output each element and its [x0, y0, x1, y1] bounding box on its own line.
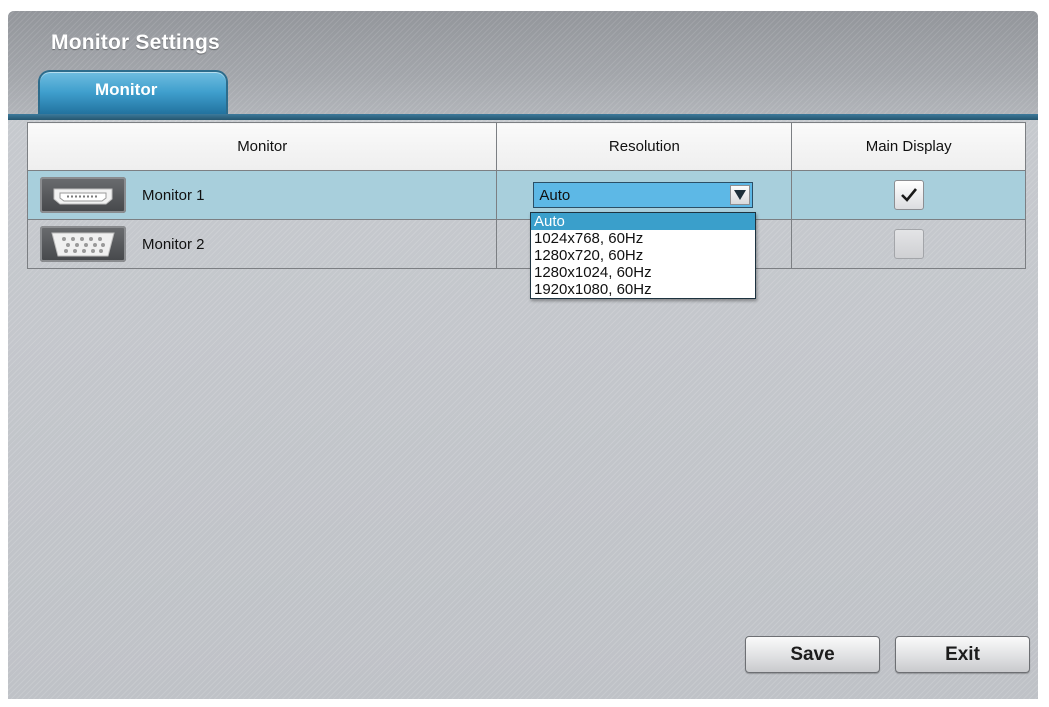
tab-underline: [8, 114, 1038, 120]
dropdown-option[interactable]: 1024x768, 60Hz: [531, 230, 755, 247]
resolution-select[interactable]: Auto: [533, 182, 754, 208]
title-bar: Monitor Settings Monitor: [8, 11, 1038, 119]
column-header-resolution: Resolution: [496, 122, 793, 171]
monitor-settings-window: Monitor Settings Monitor: [8, 11, 1038, 699]
window-title: Monitor Settings: [51, 31, 220, 54]
main-display-checkbox[interactable]: [893, 180, 924, 210]
tab-monitor[interactable]: Monitor: [38, 70, 228, 117]
table-header-row: Monitor Resolution Main Display: [26, 122, 1026, 171]
chevron-down-icon[interactable]: [730, 185, 751, 205]
dropdown-option[interactable]: 1280x1024, 60Hz: [531, 264, 755, 281]
checkmark-icon: [900, 188, 917, 202]
monitor-name: Monitor 1: [142, 186, 205, 204]
vga-port-icon: [40, 226, 126, 262]
monitor-cell: Monitor 1: [26, 170, 498, 220]
table-row[interactable]: Monitor 1 Auto: [26, 170, 1026, 220]
column-header-monitor: Monitor: [26, 122, 498, 171]
table-row[interactable]: Monitor 2: [26, 219, 1026, 269]
column-header-main-display: Main Display: [791, 122, 1026, 171]
monitor-table: Monitor Resolution Main Display Monitor …: [26, 122, 1026, 269]
dropdown-option[interactable]: 1920x1080, 60Hz: [531, 281, 755, 298]
dropdown-option[interactable]: 1280x720, 60Hz: [531, 247, 755, 264]
resolution-dropdown-list: Auto 1024x768, 60Hz 1280x720, 60Hz 1280x…: [530, 212, 756, 299]
save-button[interactable]: Save: [745, 636, 880, 673]
exit-button[interactable]: Exit: [895, 636, 1030, 673]
main-display-cell: [791, 219, 1026, 269]
main-display-cell: [791, 170, 1026, 220]
resolution-select-value: Auto: [539, 186, 571, 204]
dropdown-option[interactable]: Auto: [531, 213, 755, 230]
monitor-cell: Monitor 2: [26, 219, 498, 269]
monitor-name: Monitor 2: [142, 235, 205, 253]
hdmi-port-icon: [40, 177, 126, 213]
main-display-checkbox[interactable]: [893, 229, 924, 259]
